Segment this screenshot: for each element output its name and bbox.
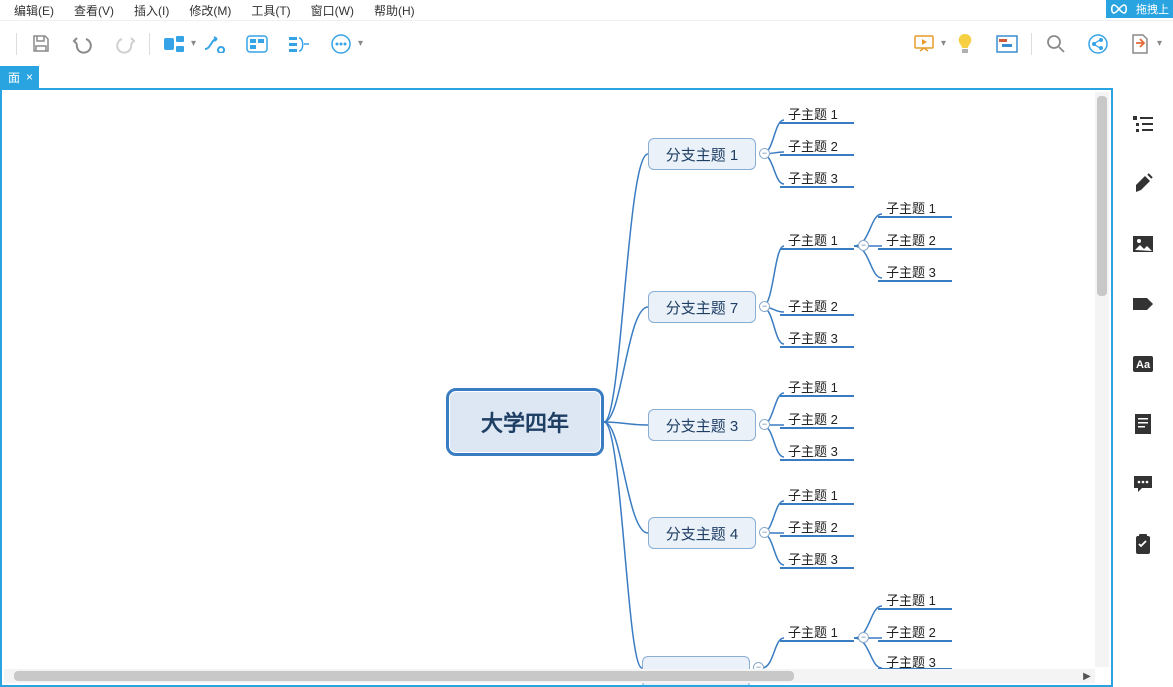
redo-button[interactable] bbox=[111, 30, 139, 58]
branch-topic[interactable]: 分支主题 3 bbox=[648, 409, 756, 441]
menu-help[interactable]: 帮助(H) bbox=[364, 2, 425, 19]
chevron-down-icon[interactable]: ▾ bbox=[1157, 38, 1167, 49]
branch-topic[interactable]: 分支主题 4 bbox=[648, 517, 756, 549]
sub-topic[interactable]: 子主题 1 bbox=[788, 485, 838, 504]
vertical-scrollbar[interactable] bbox=[1095, 92, 1109, 667]
more-button[interactable] bbox=[327, 30, 355, 58]
marker-panel-icon[interactable] bbox=[1131, 292, 1155, 316]
font-panel-icon[interactable]: Aa bbox=[1131, 352, 1155, 376]
sub-topic[interactable]: 子主题 3 bbox=[886, 262, 936, 281]
tab-bar: 面 × bbox=[0, 66, 1173, 88]
properties-sidebar: Aa bbox=[1113, 88, 1173, 687]
relationship-button[interactable] bbox=[201, 30, 229, 58]
topic-button[interactable] bbox=[160, 30, 188, 58]
boundary-button[interactable] bbox=[243, 30, 271, 58]
share-button[interactable] bbox=[1084, 30, 1112, 58]
sub-topic[interactable]: 子主题 3 bbox=[788, 168, 838, 187]
svg-text:Aa: Aa bbox=[1136, 359, 1151, 371]
sub-topic[interactable]: 子主题 1 bbox=[788, 377, 838, 396]
save-button[interactable] bbox=[27, 30, 55, 58]
toolbar: ▾ ▾ ▾ ▾ bbox=[0, 20, 1173, 66]
mindmap-canvas[interactable]: 大学四年 分支主题 1 − 子主题 1 子主题 2 子主题 3 分支主题 7 −… bbox=[0, 88, 1113, 687]
scrollbar-thumb[interactable] bbox=[1097, 96, 1107, 296]
chevron-down-icon[interactable]: ▾ bbox=[191, 38, 201, 49]
sub-topic[interactable]: 子主题 3 bbox=[788, 549, 838, 568]
summary-button[interactable] bbox=[285, 30, 313, 58]
sub-topic[interactable]: 子主题 1 bbox=[788, 230, 838, 249]
branch-topic[interactable]: 分支主题 1 bbox=[648, 138, 756, 170]
close-tab-icon[interactable]: × bbox=[26, 70, 33, 84]
expand-toggle-icon[interactable]: − bbox=[759, 419, 770, 430]
sub-topic[interactable]: 子主题 1 bbox=[788, 104, 838, 123]
chevron-down-icon[interactable]: ▾ bbox=[941, 38, 951, 49]
export-button[interactable] bbox=[1126, 30, 1154, 58]
expand-toggle-icon[interactable]: − bbox=[759, 148, 770, 159]
menu-insert[interactable]: 插入(I) bbox=[124, 2, 179, 19]
horizontal-scrollbar[interactable]: ▶ bbox=[4, 669, 1095, 683]
infinity-logo-icon bbox=[1106, 0, 1132, 18]
branch-topic[interactable]: 分支主题 7 bbox=[648, 291, 756, 323]
outline-panel-icon[interactable] bbox=[1131, 112, 1155, 136]
task-panel-icon[interactable] bbox=[1131, 532, 1155, 556]
comments-panel-icon[interactable] bbox=[1131, 472, 1155, 496]
scrollbar-thumb[interactable] bbox=[14, 671, 794, 681]
sub-topic[interactable]: 子主题 2 bbox=[788, 517, 838, 536]
expand-toggle-icon[interactable]: − bbox=[858, 240, 869, 251]
sub-topic[interactable]: 子主题 3 bbox=[788, 328, 838, 347]
tab-label: 面 bbox=[8, 69, 20, 86]
sub-topic[interactable]: 子主题 2 bbox=[886, 622, 936, 641]
document-tab[interactable]: 面 × bbox=[0, 66, 39, 88]
menu-tools[interactable]: 工具(T) bbox=[241, 2, 300, 19]
search-button[interactable] bbox=[1042, 30, 1070, 58]
scroll-right-icon[interactable]: ▶ bbox=[1081, 671, 1093, 681]
menu-view[interactable]: 查看(V) bbox=[64, 2, 124, 19]
presentation-button[interactable] bbox=[910, 30, 938, 58]
menu-edit[interactable]: 编辑(E) bbox=[4, 2, 64, 19]
expand-toggle-icon[interactable]: − bbox=[759, 527, 770, 538]
gantt-button[interactable] bbox=[993, 30, 1021, 58]
format-panel-icon[interactable] bbox=[1131, 172, 1155, 196]
drag-upload-label[interactable]: 拖拽上 bbox=[1132, 0, 1173, 18]
expand-toggle-icon[interactable]: − bbox=[759, 301, 770, 312]
toolbar-separator bbox=[149, 33, 150, 55]
top-right-badge: 拖拽上 bbox=[1106, 0, 1173, 18]
sub-topic[interactable]: 子主题 2 bbox=[788, 296, 838, 315]
sub-topic[interactable]: 子主题 1 bbox=[886, 590, 936, 609]
sub-topic[interactable]: 子主题 2 bbox=[886, 230, 936, 249]
main-area: 大学四年 分支主题 1 − 子主题 1 子主题 2 子主题 3 分支主题 7 −… bbox=[0, 88, 1173, 687]
menu-modify[interactable]: 修改(M) bbox=[179, 2, 241, 19]
expand-toggle-icon[interactable]: − bbox=[858, 632, 869, 643]
menu-window[interactable]: 窗口(W) bbox=[301, 2, 364, 19]
central-topic[interactable]: 大学四年 bbox=[446, 388, 604, 456]
undo-button[interactable] bbox=[69, 30, 97, 58]
sub-topic[interactable]: 子主题 2 bbox=[788, 409, 838, 428]
sub-topic[interactable]: 子主题 2 bbox=[788, 136, 838, 155]
brainstorm-button[interactable] bbox=[951, 30, 979, 58]
toolbar-separator bbox=[16, 33, 17, 55]
chevron-down-icon[interactable]: ▾ bbox=[358, 38, 368, 49]
sub-topic[interactable]: 子主题 1 bbox=[788, 622, 838, 641]
sub-topic[interactable]: 子主题 3 bbox=[788, 441, 838, 460]
image-panel-icon[interactable] bbox=[1131, 232, 1155, 256]
toolbar-separator bbox=[1031, 33, 1032, 55]
sub-topic[interactable]: 子主题 1 bbox=[886, 198, 936, 217]
notes-panel-icon[interactable] bbox=[1131, 412, 1155, 436]
menu-bar: 编辑(E) 查看(V) 插入(I) 修改(M) 工具(T) 窗口(W) 帮助(H… bbox=[0, 0, 1173, 20]
